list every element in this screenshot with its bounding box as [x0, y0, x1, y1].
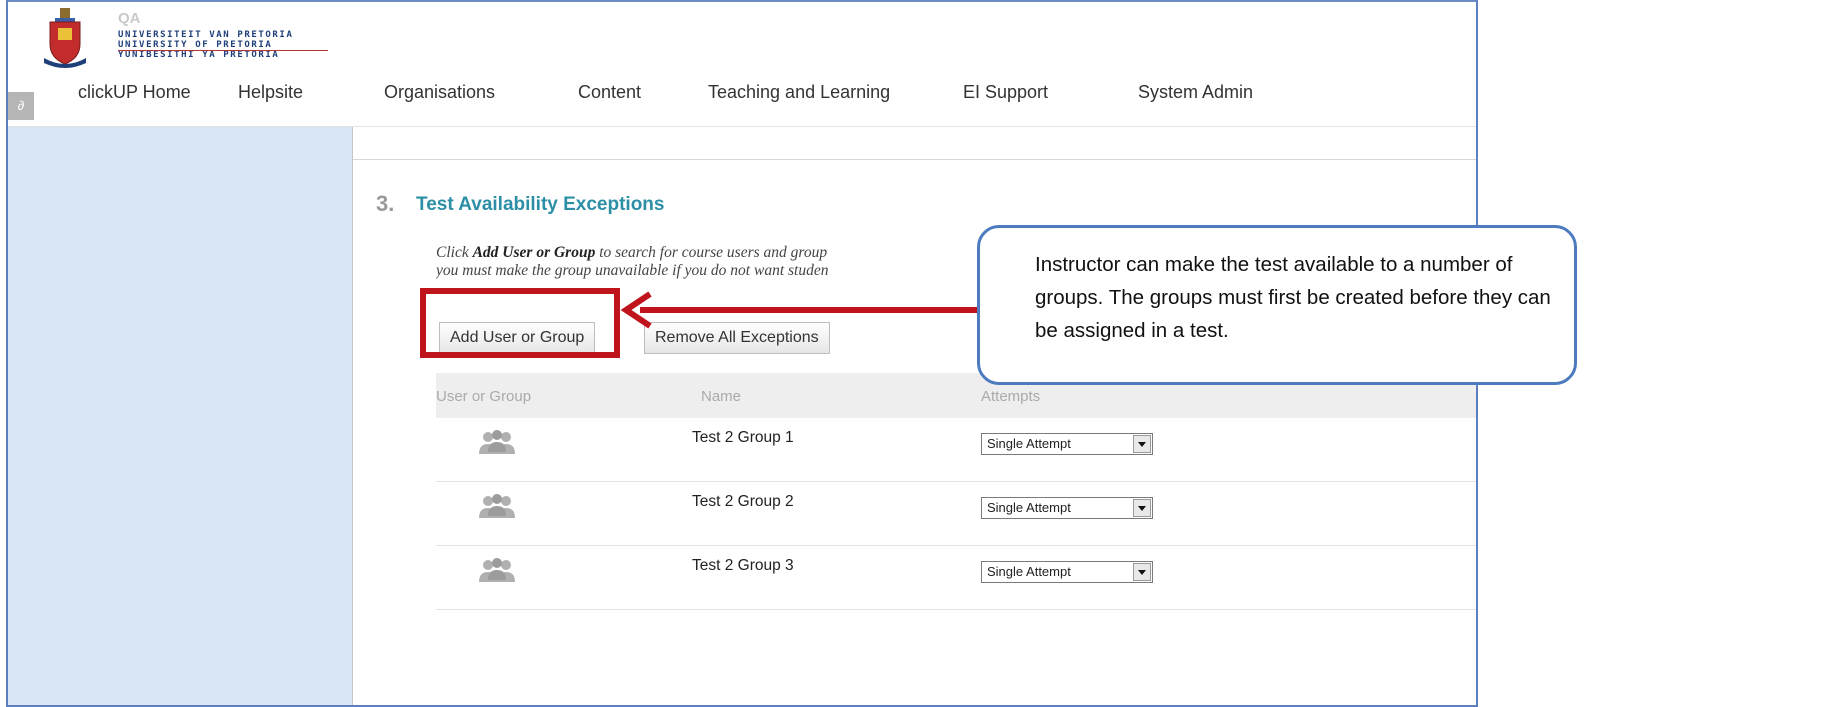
logo-line-english: UNIVERSITY OF PRETORIA — [118, 40, 273, 50]
column-name: Name — [701, 388, 742, 405]
group-icon — [479, 558, 515, 582]
table-row: Test 2 Group 2 Single Attempt — [436, 482, 1476, 546]
group-icon — [479, 430, 515, 454]
university-name: UNIVERSITEIT VAN PRETORIA UNIVERSITY OF … — [118, 30, 293, 60]
university-crest-icon — [44, 8, 86, 68]
instruction-line-2: you must make the group unavailable if y… — [436, 262, 829, 279]
annotation-callout: Instructor can make the test available t… — [977, 225, 1577, 385]
nav-teaching-and-learning[interactable]: Teaching and Learning — [708, 82, 890, 103]
group-name: Test 2 Group 3 — [692, 557, 794, 574]
main-nav: clickUP Home Helpsite Organisations Cont… — [8, 82, 1476, 102]
attempts-value: Single Attempt — [987, 500, 1071, 515]
attempts-select[interactable]: Single Attempt — [981, 497, 1153, 519]
dropdown-arrow-icon[interactable] — [1133, 499, 1151, 517]
nav-system-admin[interactable]: System Admin — [1138, 82, 1253, 103]
logo-divider — [118, 50, 328, 51]
header: QA UNIVERSITEIT VAN PRETORIA UNIVERSITY … — [8, 2, 1476, 127]
callout-text: Instructor can make the test available t… — [1035, 253, 1551, 342]
dropdown-arrow-icon[interactable] — [1133, 563, 1151, 581]
instructions: Click Add User or Group to search for co… — [436, 244, 996, 280]
attempts-value: Single Attempt — [987, 564, 1071, 579]
logo-line-afrikaans: UNIVERSITEIT VAN PRETORIA — [118, 30, 294, 40]
logo-line-sepedi: YUNIBESITHI YA PRETORIA — [118, 50, 280, 60]
sidebar — [8, 127, 353, 705]
group-name: Test 2 Group 1 — [692, 429, 794, 446]
nav-helpsite[interactable]: Helpsite — [238, 82, 303, 103]
column-user-or-group: User or Group — [436, 388, 532, 405]
table-row: Test 2 Group 1 Single Attempt — [436, 418, 1476, 482]
annotation-highlight-box — [420, 288, 620, 358]
section-title: Test Availability Exceptions — [416, 194, 665, 215]
instruction-text: Click — [436, 244, 473, 261]
instruction-line-1: Click Add User or Group to search for co… — [436, 244, 996, 262]
column-attempts: Attempts — [981, 388, 1041, 405]
nav-clickup-home[interactable]: clickUP Home — [78, 82, 191, 103]
attempts-select[interactable]: Single Attempt — [981, 561, 1153, 583]
group-icon — [479, 494, 515, 518]
instruction-text-cont: to search for course users and group — [595, 244, 828, 261]
brand-short: QA — [118, 10, 141, 27]
instruction-bold: Add User or Group — [472, 244, 596, 261]
group-name: Test 2 Group 2 — [692, 493, 794, 510]
step-number: 3. — [376, 191, 395, 216]
nav-content[interactable]: Content — [578, 82, 641, 103]
dropdown-arrow-icon[interactable] — [1133, 435, 1151, 453]
annotation-arrow-icon — [620, 291, 990, 329]
nav-organisations[interactable]: Organisations — [384, 82, 495, 103]
attempts-select[interactable]: Single Attempt — [981, 433, 1153, 455]
attempts-value: Single Attempt — [987, 436, 1071, 451]
nav-ei-support[interactable]: EI Support — [963, 82, 1048, 103]
university-logo[interactable]: QA UNIVERSITEIT VAN PRETORIA UNIVERSITY … — [30, 6, 330, 76]
table-row: Test 2 Group 3 Single Attempt — [436, 546, 1476, 610]
